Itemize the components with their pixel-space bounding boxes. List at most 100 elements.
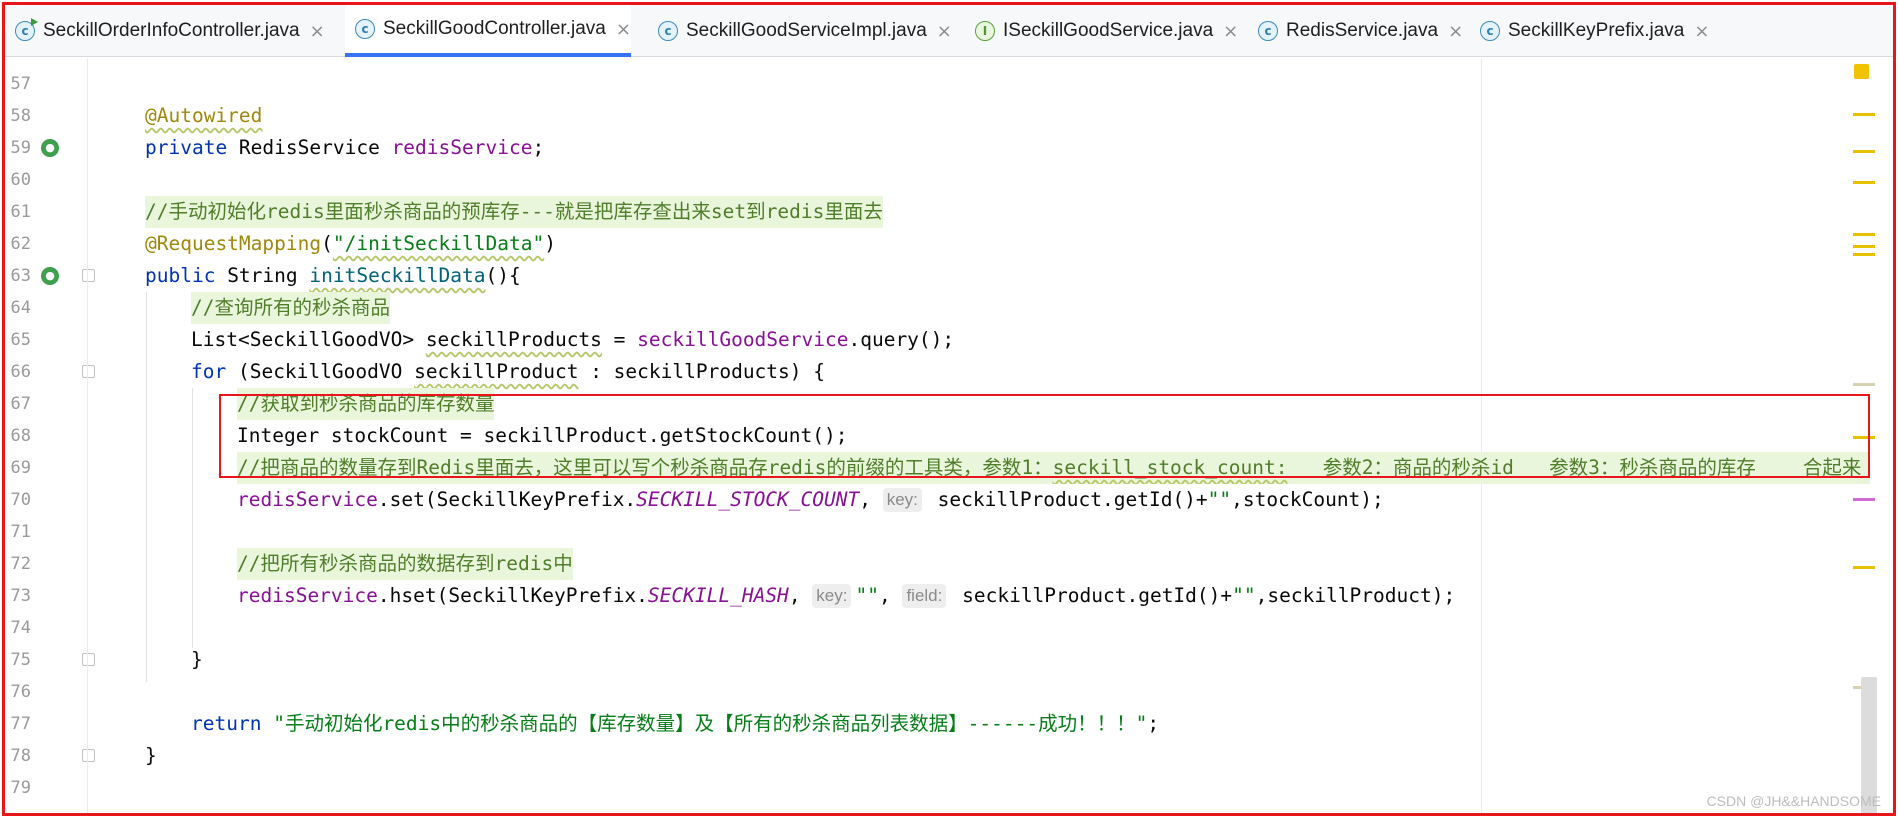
line-number: 68 <box>10 426 31 446</box>
line-number: 64 <box>10 298 31 318</box>
line-number: 73 <box>10 586 31 606</box>
stripe-marker[interactable] <box>1853 566 1875 569</box>
class-runnable-icon: c <box>15 18 38 41</box>
punct: ,stockCount); <box>1231 488 1384 511</box>
editor-tab-bar: c SeckillOrderInfoController.java × c Se… <box>5 5 1893 57</box>
string-literal: "" <box>1207 488 1232 511</box>
stripe-marker[interactable] <box>1853 233 1875 236</box>
fold-marker-icon[interactable] <box>82 749 95 762</box>
tab-label: SeckillGoodServiceImpl.java <box>686 20 927 41</box>
constant: SECKILL_STOCK_COUNT <box>636 488 860 511</box>
punct: ) <box>544 232 556 255</box>
variable: seckillProduct <box>414 360 579 383</box>
string-literal: "手动初始化redis中的秒杀商品的【库存数量】及【所有的秒杀商品列表数据】--… <box>273 712 1148 735</box>
field-name: redisService <box>237 584 378 607</box>
code-editor[interactable]: 57 58 59 60 61 62 63 64 65 66 67 68 69 7… <box>5 58 1893 813</box>
code-line-69-comment: //把商品的数量存到Redis里面去，这里可以写个秒杀商品存redis的前缀的工… <box>237 452 1870 484</box>
keyword: private <box>145 136 228 159</box>
type-name: List<SeckillGoodVO> <box>191 328 426 351</box>
line-number: 71 <box>10 522 31 542</box>
close-icon[interactable]: × <box>1694 21 1709 42</box>
method-call: .set(SeckillKeyPrefix. <box>377 488 637 511</box>
code-line-62: @RequestMapping("/initSeckillData") <box>145 228 556 260</box>
constant: SECKILL_HASH <box>647 584 789 607</box>
punct <box>261 712 273 735</box>
variable: seckillProducts <box>425 328 602 351</box>
comment-text: 参数3：秒杀商品的库存 合起来 <box>1513 456 1862 479</box>
code-line-78: } <box>145 744 157 767</box>
code-line-58: @Autowired <box>145 100 262 132</box>
comment-text: redis <box>767 456 827 479</box>
stripe-marker[interactable] <box>1853 383 1875 386</box>
close-icon[interactable]: × <box>616 19 631 40</box>
expression: seckillProduct.getId()+ <box>950 584 1233 607</box>
fold-marker-icon[interactable] <box>82 653 95 666</box>
interface-icon: I <box>975 21 995 41</box>
warning-icon[interactable] <box>1854 64 1869 79</box>
tab-redis-service[interactable]: c RedisService.java × <box>1248 5 1463 57</box>
line-number: 77 <box>10 714 31 734</box>
param-hint: field: <box>902 584 947 608</box>
field-name: seckillGoodService <box>637 328 849 351</box>
close-icon[interactable]: × <box>1448 21 1463 42</box>
class-icon: c <box>658 21 678 41</box>
stripe-marker[interactable] <box>1853 253 1875 256</box>
code-line-68: Integer stockCount = seckillProduct.getS… <box>237 424 848 447</box>
close-icon[interactable]: × <box>1223 21 1238 42</box>
close-icon[interactable]: × <box>937 21 952 42</box>
punct: (){ <box>485 264 521 287</box>
line-number: 72 <box>10 554 31 574</box>
line-number: 66 <box>10 362 31 382</box>
param-hint: key: <box>882 488 922 512</box>
string-literal: "" <box>1232 584 1256 607</box>
stripe-marker[interactable] <box>1853 498 1875 501</box>
punct: ( <box>321 232 333 255</box>
fold-marker-icon[interactable] <box>82 365 95 378</box>
stripe-marker[interactable] <box>1853 181 1875 184</box>
code-line-65: List<SeckillGoodVO> seckillProducts = se… <box>191 324 954 356</box>
field-name: redisService <box>391 136 533 159</box>
code-line-77: return "手动初始化redis中的秒杀商品的【库存数量】及【所有的秒杀商品… <box>191 708 1159 740</box>
code-line-70: redisService.set(SeckillKeyPrefix.SECKIL… <box>237 484 1384 516</box>
error-stripe[interactable] <box>1841 58 1893 813</box>
tab-iseckill-good-service[interactable]: I ISeckillGoodService.java × <box>965 5 1238 57</box>
line-number: 67 <box>10 394 31 414</box>
autowired-bean-icon[interactable]: ● <box>41 139 59 157</box>
comment-text: seckill_stock_count: <box>1052 456 1288 479</box>
line-number-gutter: 57 58 59 60 61 62 63 64 65 66 67 68 69 7… <box>5 58 95 813</box>
fold-marker-icon[interactable] <box>82 269 95 282</box>
right-margin-guide <box>1481 58 1482 813</box>
stripe-marker[interactable] <box>1853 113 1875 116</box>
line-number: 61 <box>10 202 31 222</box>
line-number: 57 <box>10 74 31 94</box>
request-mapping-icon[interactable]: ● <box>41 267 59 285</box>
tab-label: SeckillOrderInfoController.java <box>43 20 300 41</box>
stripe-marker[interactable] <box>1853 436 1875 439</box>
close-icon[interactable]: × <box>310 21 325 42</box>
line-number: 59 <box>10 138 31 158</box>
comment-text: 参数2：商品的秒杀 <box>1287 456 1491 479</box>
tab-label: RedisService.java <box>1286 20 1439 41</box>
indent-guide <box>146 292 147 682</box>
tab-seckill-order-info-controller[interactable]: c SeckillOrderInfoController.java × <box>5 5 325 57</box>
stripe-marker[interactable] <box>1853 150 1875 153</box>
punct: ; <box>1147 712 1160 735</box>
punct: , <box>788 584 813 607</box>
code-line-72-comment: //把所有秒杀商品的数据存到redis中 <box>237 548 573 580</box>
tab-seckill-good-controller[interactable]: c SeckillGoodController.java × <box>345 5 631 57</box>
punct: ; <box>532 136 545 159</box>
tab-seckill-key-prefix[interactable]: c SeckillKeyPrefix.java × <box>1470 5 1709 57</box>
tab-seckill-good-service-impl[interactable]: c SeckillGoodServiceImpl.java × <box>648 5 952 57</box>
tab-label: ISeckillGoodService.java <box>1003 20 1214 41</box>
gutter-divider <box>87 58 88 813</box>
code-line-59: private RedisService redisService; <box>145 132 544 164</box>
code-line-67-comment: //获取到秒杀商品的库存数量 <box>237 388 495 420</box>
comment-text: //把商品的数量存到 <box>237 456 417 479</box>
code-line-61-comment: //手动初始化redis里面秒杀商品的预库存---就是把库存查出来set到red… <box>145 196 883 228</box>
stripe-marker[interactable] <box>1853 245 1875 248</box>
comment-text: redis <box>494 552 554 575</box>
request-mapping-annotation: @RequestMapping <box>145 232 322 255</box>
watermark: CSDN @JH&&HANDSOME <box>1706 793 1881 809</box>
comment-text: //手动初始化 <box>145 200 266 223</box>
comment-text: redis <box>765 200 825 223</box>
